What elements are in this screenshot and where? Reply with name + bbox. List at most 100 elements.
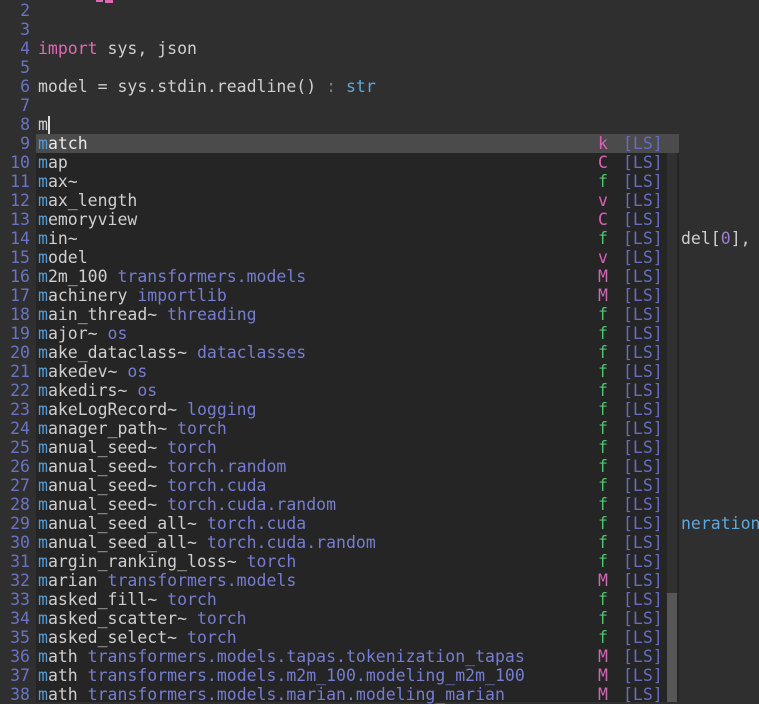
matched-prefix: m [38, 305, 48, 324]
matched-prefix: m [38, 495, 48, 514]
completion-label-rest: odel [47, 248, 88, 267]
completion-kind-badge: f [598, 590, 608, 609]
completion-label: memoryview [38, 210, 137, 229]
code-segment: ], [730, 229, 751, 248]
completion-item[interactable]: manager_path~ torch f [LS] [36, 419, 679, 438]
code-segment: 0 [720, 229, 731, 248]
completion-label-rest: asked_scatter~ [47, 609, 188, 628]
completion-label: masked_fill~ torch [38, 590, 217, 609]
completion-item[interactable]: major~ os f [LS] [36, 324, 679, 343]
completion-module: dataclasses [187, 343, 307, 362]
completion-item[interactable]: min~ f [LS] [36, 229, 679, 248]
completion-module: os [117, 362, 148, 381]
completion-label-rest: arian [47, 571, 98, 590]
matched-prefix: m [38, 153, 48, 172]
completion-item[interactable]: model v [LS] [36, 248, 679, 267]
completion-kind-badge: M [598, 666, 608, 685]
matched-prefix: m [38, 343, 48, 362]
completion-item[interactable]: manual_seed~ torch.random f [LS] [36, 457, 679, 476]
completion-source-tag: [LS] [623, 666, 663, 685]
completion-source-tag: [LS] [623, 609, 663, 628]
matched-prefix: m [38, 248, 48, 267]
code-line[interactable]: m [38, 115, 50, 134]
completion-source-tag: [LS] [623, 514, 663, 533]
matched-prefix: m [38, 381, 48, 400]
code-line[interactable]: import sys, json [38, 39, 197, 58]
completion-source-tag: [LS] [623, 134, 663, 153]
completion-label-rest: ath [47, 647, 78, 666]
completion-label: makedev~ os [38, 362, 147, 381]
matched-prefix: m [38, 400, 48, 419]
matched-prefix: m [38, 552, 48, 571]
completion-label-rest: ap [47, 153, 68, 172]
completion-item[interactable]: margin_ranking_loss~ torch f [LS] [36, 552, 679, 571]
completion-item[interactable]: max~ f [LS] [36, 172, 679, 191]
popup-scrollbar-thumb[interactable] [667, 593, 677, 702]
completion-item[interactable]: masked_select~ torch f [LS] [36, 628, 679, 647]
completion-item[interactable]: make_dataclass~ dataclasses f [LS] [36, 343, 679, 362]
completion-module: threading [157, 305, 257, 324]
completion-label: margin_ranking_loss~ torch [38, 552, 296, 571]
completion-item[interactable]: manual_seed~ torch.cuda f [LS] [36, 476, 679, 495]
completion-item[interactable]: makedev~ os f [LS] [36, 362, 679, 381]
completion-label: main_thread~ threading [38, 305, 257, 324]
completion-module: os [127, 381, 158, 400]
completion-item[interactable]: math transformers.models.m2m_100.modelin… [36, 666, 679, 685]
completion-item[interactable]: memoryview C [LS] [36, 210, 679, 229]
completion-item[interactable]: m2m_100 transformers.models M [LS] [36, 267, 679, 286]
completion-item[interactable]: manual_seed~ torch.cuda.random f [LS] [36, 495, 679, 514]
completion-item[interactable]: makedirs~ os f [LS] [36, 381, 679, 400]
code-segment: str [345, 77, 376, 96]
completion-item[interactable]: masked_fill~ torch f [LS] [36, 590, 679, 609]
completion-label-rest: ax~ [47, 172, 78, 191]
completion-label-rest: anual_seed~ [47, 476, 158, 495]
completion-label-rest: ajor~ [47, 324, 98, 343]
completion-item[interactable]: makeLogRecord~ logging f [LS] [36, 400, 679, 419]
matched-prefix: m [38, 609, 48, 628]
completion-item[interactable]: math transformers.models.marian.modeling… [36, 685, 679, 704]
completion-item[interactable]: manual_seed~ torch f [LS] [36, 438, 679, 457]
completion-item[interactable]: masked_scatter~ torch f [LS] [36, 609, 679, 628]
completion-module: torch [157, 590, 217, 609]
completion-item[interactable]: manual_seed_all~ torch.cuda.random f [LS] [36, 533, 679, 552]
completion-kind-badge: C [598, 153, 608, 172]
occluded-code-fragment[interactable]: del[0], [681, 229, 751, 248]
matched-prefix: m [38, 362, 48, 381]
completion-item[interactable]: machinery importlib M [LS] [36, 286, 679, 305]
completion-label-rest: achinery [47, 286, 128, 305]
code-line[interactable]: model = sys.stdin.readline() : str [38, 77, 376, 96]
completion-label-rest: anual_seed~ [47, 457, 158, 476]
completion-label: makeLogRecord~ logging [38, 400, 257, 419]
completion-kind-badge: M [598, 647, 608, 666]
completion-kind-badge: f [598, 609, 608, 628]
completion-module: importlib [127, 286, 227, 305]
matched-prefix: m [38, 438, 48, 457]
editor-window: { "colors": { "editor_bg": "#2f2f30", "p… [0, 0, 759, 704]
completion-source-tag: [LS] [623, 571, 663, 590]
completion-module: transformers.models.m2m_100.modeling_m2m… [77, 666, 525, 685]
completion-kind-badge: v [598, 248, 608, 267]
completion-item[interactable]: max_length v [LS] [36, 191, 679, 210]
completion-item[interactable]: marian transformers.models M [LS] [36, 571, 679, 590]
completion-label: m2m_100 transformers.models [38, 267, 306, 286]
completion-source-tag: [LS] [623, 533, 663, 552]
completion-item[interactable]: manual_seed_all~ torch.cuda f [LS] [36, 514, 679, 533]
completion-source-tag: [LS] [623, 590, 663, 609]
completion-label-rest: anager_path~ [47, 419, 168, 438]
completion-item[interactable]: math transformers.models.tapas.tokenizat… [36, 647, 679, 666]
occluded-code-fragment[interactable]: neration [681, 514, 759, 533]
completion-item[interactable]: main_thread~ threading f [LS] [36, 305, 679, 324]
completion-label-rest: akedirs~ [47, 381, 128, 400]
completion-kind-badge: v [598, 191, 608, 210]
matched-prefix: m [38, 457, 48, 476]
completion-module: torch.cuda [157, 476, 267, 495]
matched-prefix: m [38, 324, 48, 343]
completion-kind-badge: f [598, 305, 608, 324]
completion-item[interactable]: match k [LS] [36, 134, 679, 153]
completion-module: transformers.models [97, 571, 297, 590]
completion-item[interactable]: map C [LS] [36, 153, 679, 172]
completion-source-tag: [LS] [623, 324, 663, 343]
completion-source-tag: [LS] [623, 362, 663, 381]
completion-source-tag: [LS] [623, 419, 663, 438]
completion-label: map [38, 153, 68, 172]
